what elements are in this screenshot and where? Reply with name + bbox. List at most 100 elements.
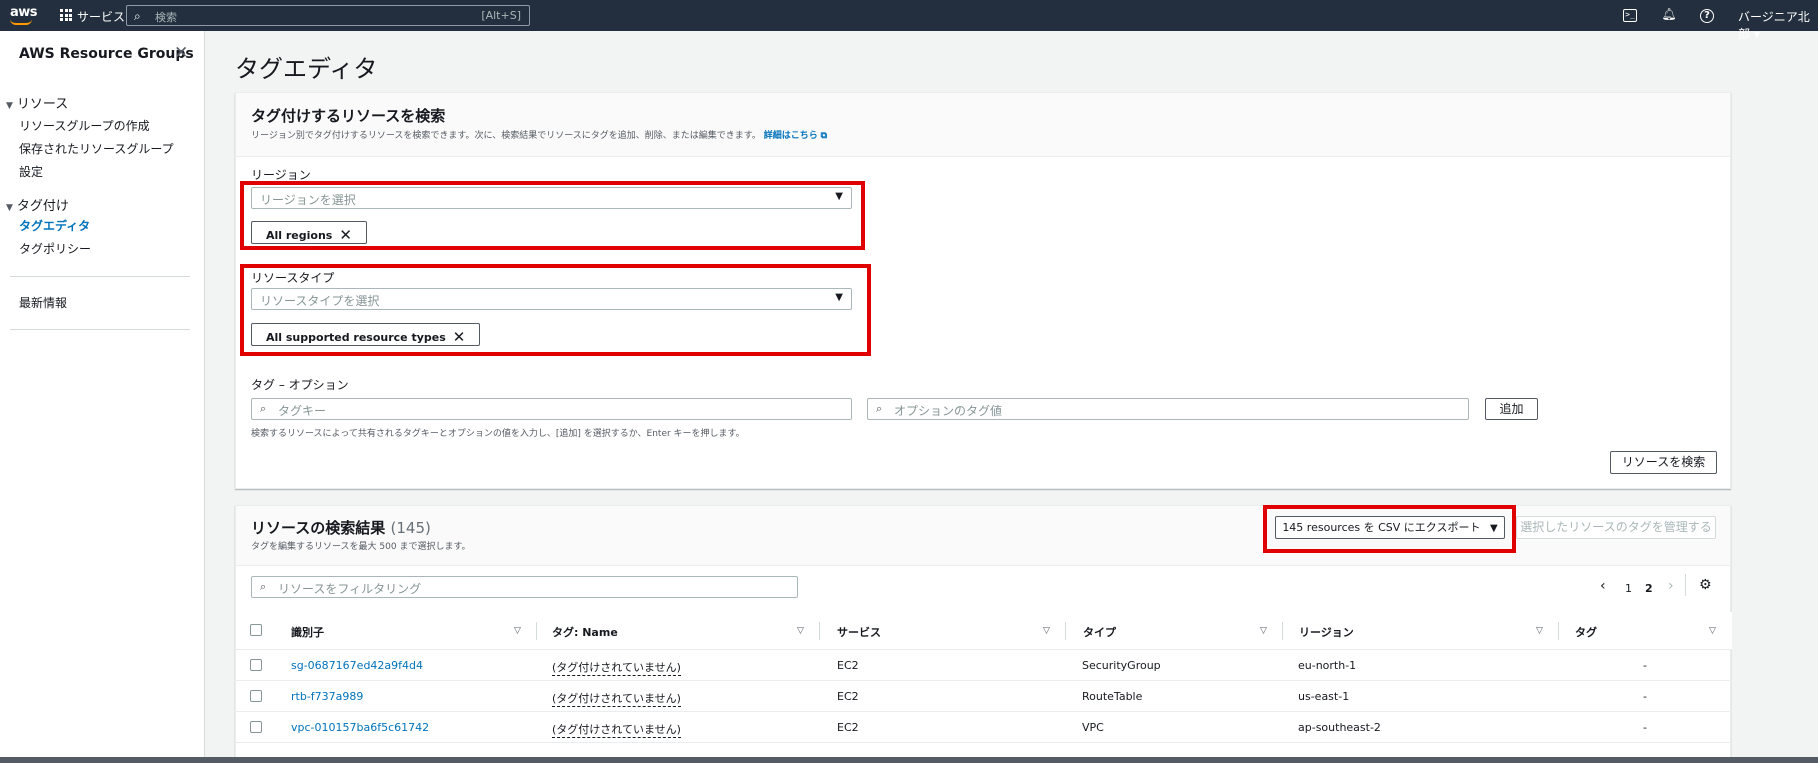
tag-key-input[interactable]: ⌕ タグキー <box>251 398 852 420</box>
sort-icon[interactable]: ▽ <box>1043 626 1050 636</box>
results-title-text: リソースの検索結果 <box>251 519 386 537</box>
aws-logo[interactable]: aws <box>8 5 38 25</box>
results-header: リソースの検索結果 (145) タグを編集するリソースを最大 500 まで選択し… <box>236 505 1730 566</box>
region-cell: ap-southeast-2 <box>1298 721 1381 734</box>
add-tag-button[interactable]: 追加 <box>1485 398 1538 420</box>
search-resources-button[interactable]: リソースを検索 <box>1610 451 1717 474</box>
sidebar-title[interactable]: AWS Resource Groups <box>19 46 194 62</box>
resource-id-link[interactable]: vpc-010157ba6f5c61742 <box>291 721 429 734</box>
name-tag-value[interactable]: (タグ付けされていません) <box>552 690 681 707</box>
cloudshell-icon[interactable]: >_ <box>1623 9 1637 22</box>
column-header-region[interactable]: リージョン <box>1299 624 1354 640</box>
column-header-id[interactable]: 識別子 <box>291 624 324 640</box>
search-icon: ⌕ <box>134 9 141 23</box>
sidebar-item-saved-groups[interactable]: 保存されたリソースグループ <box>19 140 174 157</box>
results-title: リソースの検索結果 (145) <box>251 517 431 538</box>
column-header-name-tag[interactable]: タグ: Name <box>552 624 618 640</box>
service-cell: EC2 <box>837 690 859 703</box>
sidebar-section-label: タグ付け <box>16 199 69 214</box>
column-header-service[interactable]: サービス <box>837 624 881 640</box>
search-results-panel: リソースの検索結果 (145) タグを編集するリソースを最大 500 まで選択し… <box>235 505 1732 763</box>
sidebar-item-tag-editor[interactable]: タグエディタ <box>19 217 90 234</box>
service-cell: EC2 <box>837 721 859 734</box>
global-search-input[interactable]: ⌕ 検索 [Alt+S] <box>126 5 530 26</box>
table-row[interactable]: sg-0687167ed42a9f4d4 (タグ付けされていません) EC2 S… <box>236 650 1732 681</box>
row-checkbox[interactable] <box>250 690 262 702</box>
page-title: タグエディタ <box>235 55 378 83</box>
table-row[interactable]: rtb-f737a989 (タグ付けされていません) EC2 RouteTabl… <box>236 681 1732 712</box>
sidebar-item-create-group[interactable]: リソースグループの作成 <box>19 117 150 134</box>
search-shortcut: [Alt+S] <box>481 9 521 22</box>
aws-logo-text: aws <box>10 5 38 20</box>
gear-icon[interactable]: ⚙︎ <box>1699 577 1712 593</box>
row-checkbox[interactable] <box>250 721 262 733</box>
column-separator <box>1065 622 1066 640</box>
search-placeholder: 検索 <box>155 11 177 24</box>
sidebar-section-label: リソース <box>16 97 69 112</box>
search-icon: ⌕ <box>876 402 883 415</box>
sidebar-section-resources[interactable]: ▼ リソース <box>6 93 68 112</box>
tag-hint: 検索するリソースによって共有されるタグキーとオプションの値を入力し、[追加] を… <box>251 429 745 439</box>
tag-options-label: タグ – オプション <box>251 378 349 392</box>
column-separator <box>819 622 820 640</box>
sort-icon[interactable]: ▽ <box>514 626 521 636</box>
search-icon: ⌕ <box>260 580 267 593</box>
sort-icon[interactable]: ▽ <box>797 626 804 636</box>
sidebar-item-tag-policies[interactable]: タグポリシー <box>19 240 91 257</box>
services-grid-icon[interactable] <box>60 9 72 21</box>
panel-title: タグ付けするリソースを検索 <box>251 107 446 125</box>
filter-resources-input[interactable]: ⌕ リソースをフィルタリング <box>251 576 798 598</box>
page-2[interactable]: 2 <box>1645 582 1653 595</box>
page-1[interactable]: 1 <box>1625 582 1632 595</box>
close-icon[interactable]: ✕ <box>174 43 188 63</box>
type-cell: VPC <box>1082 721 1104 734</box>
tags-cell: - <box>1643 659 1647 672</box>
select-all-checkbox[interactable] <box>250 624 262 636</box>
name-tag-value[interactable]: (タグ付けされていません) <box>552 721 681 738</box>
window-bottom-edge <box>0 757 1818 763</box>
region-cell: us-east-1 <box>1298 690 1350 703</box>
sidebar: AWS Resource Groups ✕ ▼ リソース リソースグループの作成 … <box>0 31 205 763</box>
help-icon[interactable]: ? <box>1700 9 1714 23</box>
search-icon: ⌕ <box>260 402 267 415</box>
prev-page-icon[interactable]: ‹ <box>1600 578 1606 594</box>
sidebar-divider <box>10 329 190 330</box>
tag-value-input[interactable]: ⌕ オプションのタグ値 <box>867 398 1469 420</box>
aws-logo-smile <box>10 19 32 25</box>
column-header-type[interactable]: タイプ <box>1083 624 1116 640</box>
sidebar-item-settings[interactable]: 設定 <box>19 163 43 180</box>
next-page-icon[interactable]: › <box>1668 578 1674 594</box>
region-selector[interactable]: バージニア北部 ▾ <box>1738 8 1818 42</box>
sidebar-section-tagging[interactable]: ▼ タグ付け <box>6 195 69 214</box>
tags-cell: - <box>1643 690 1647 703</box>
resource-id-link[interactable]: sg-0687167ed42a9f4d4 <box>291 659 423 672</box>
sort-icon[interactable]: ▽ <box>1709 626 1716 636</box>
external-link-icon[interactable]: ⧉ <box>821 131 827 141</box>
region-cell: eu-north-1 <box>1298 659 1357 672</box>
type-cell: RouteTable <box>1082 690 1143 703</box>
column-header-tags[interactable]: タグ <box>1575 624 1597 640</box>
top-navigation: aws サービス ⌕ 検索 [Alt+S] >_ 🔔︎ ? バージニア北部 ▾ <box>0 0 1818 41</box>
caret-down-icon: ▼ <box>6 101 13 111</box>
highlight-box-region <box>240 181 865 250</box>
results-description: タグを編集するリソースを最大 500 まで選択します。 <box>251 542 471 552</box>
sort-icon[interactable]: ▽ <box>1536 626 1543 636</box>
sort-icon[interactable]: ▽ <box>1260 626 1267 636</box>
tag-key-placeholder: タグキー <box>278 404 327 418</box>
sidebar-item-whats-new[interactable]: 最新情報 <box>19 294 67 311</box>
service-cell: EC2 <box>837 659 859 672</box>
bell-icon[interactable]: 🔔︎ <box>1661 7 1677 23</box>
name-tag-value[interactable]: (タグ付けされていません) <box>552 659 681 676</box>
results-count: (145) <box>390 519 431 537</box>
filter-placeholder: リソースをフィルタリング <box>278 582 422 596</box>
table-row[interactable]: vpc-010157ba6f5c61742 (タグ付けされていません) EC2 … <box>236 712 1732 743</box>
panel-description: リージョン別でタグ付けするリソースを検索できます。次に、検索結果でリソースにタグ… <box>251 128 827 141</box>
details-link[interactable]: 詳細はこちら <box>764 131 818 141</box>
resource-id-link[interactable]: rtb-f737a989 <box>291 690 363 703</box>
row-checkbox[interactable] <box>250 659 262 671</box>
services-menu[interactable]: サービス <box>77 8 125 25</box>
description-text: リージョン別でタグ付けするリソースを検索できます。次に、検索結果でリソースにタグ… <box>251 131 761 141</box>
manage-tags-button[interactable]: 選択したリソースのタグを管理する <box>1516 516 1716 539</box>
caret-down-icon: ▼ <box>6 203 13 213</box>
panel-header: タグ付けするリソースを検索 リージョン別でタグ付けするリソースを検索できます。次… <box>236 93 1730 157</box>
